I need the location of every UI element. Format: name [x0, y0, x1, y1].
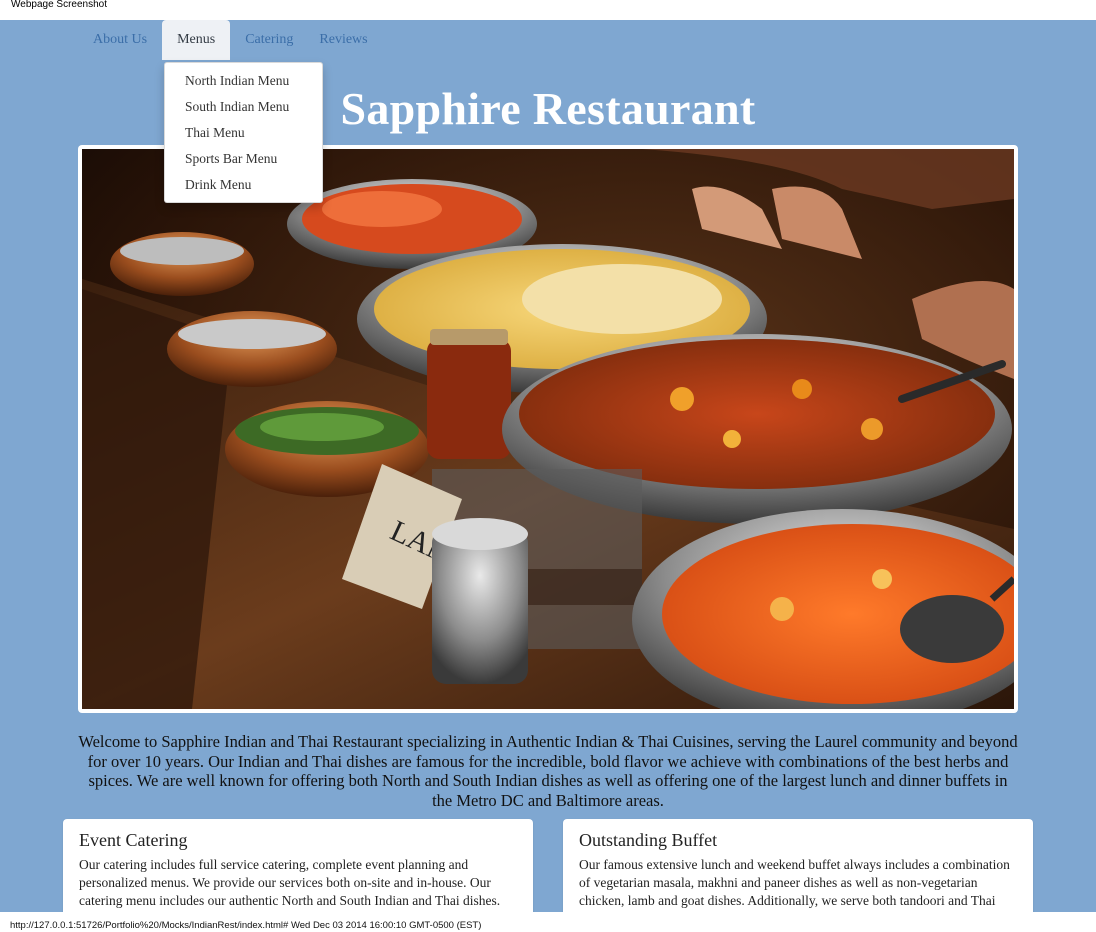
- hero-image: LAMB C: [82, 149, 1014, 709]
- nav-menus[interactable]: Menus: [162, 20, 231, 60]
- outstanding-buffet-card: Outstanding Buffet Our famous extensive …: [563, 819, 1033, 912]
- menu-thai[interactable]: Thai Menu: [165, 120, 322, 146]
- card-body: Our famous extensive lunch and weekend b…: [579, 857, 1010, 912]
- menu-north-indian[interactable]: North Indian Menu: [165, 68, 322, 94]
- menu-drink[interactable]: Drink Menu: [165, 172, 322, 198]
- card-title: Event Catering: [79, 830, 188, 850]
- card-body: Our catering includes full service cater…: [79, 857, 501, 908]
- menu-south-indian[interactable]: South Indian Menu: [165, 94, 322, 120]
- nav-reviews[interactable]: Reviews: [306, 20, 380, 60]
- card-title: Outstanding Buffet: [579, 830, 718, 850]
- nav-catering[interactable]: Catering: [232, 20, 306, 60]
- menu-sports-bar[interactable]: Sports Bar Menu: [165, 146, 322, 172]
- hero-frame: LAMB C: [78, 145, 1018, 713]
- menus-dropdown: North Indian Menu South Indian Menu Thai…: [164, 62, 323, 203]
- capture-header: Webpage Screenshot: [0, 0, 1096, 20]
- intro-text: Welcome to Sapphire Indian and Thai Rest…: [78, 732, 1018, 810]
- page: About Us Menus Catering Reviews North In…: [0, 20, 1096, 912]
- main-nav: About Us Menus Catering Reviews: [80, 20, 381, 60]
- event-catering-card: Event Catering Our catering includes ful…: [63, 819, 533, 912]
- nav-about-us[interactable]: About Us: [80, 20, 160, 60]
- buffet-food-illustration: LAMB C: [82, 149, 1014, 709]
- status-bar: http://127.0.0.1:51726/Portfolio%20/Mock…: [0, 912, 1096, 932]
